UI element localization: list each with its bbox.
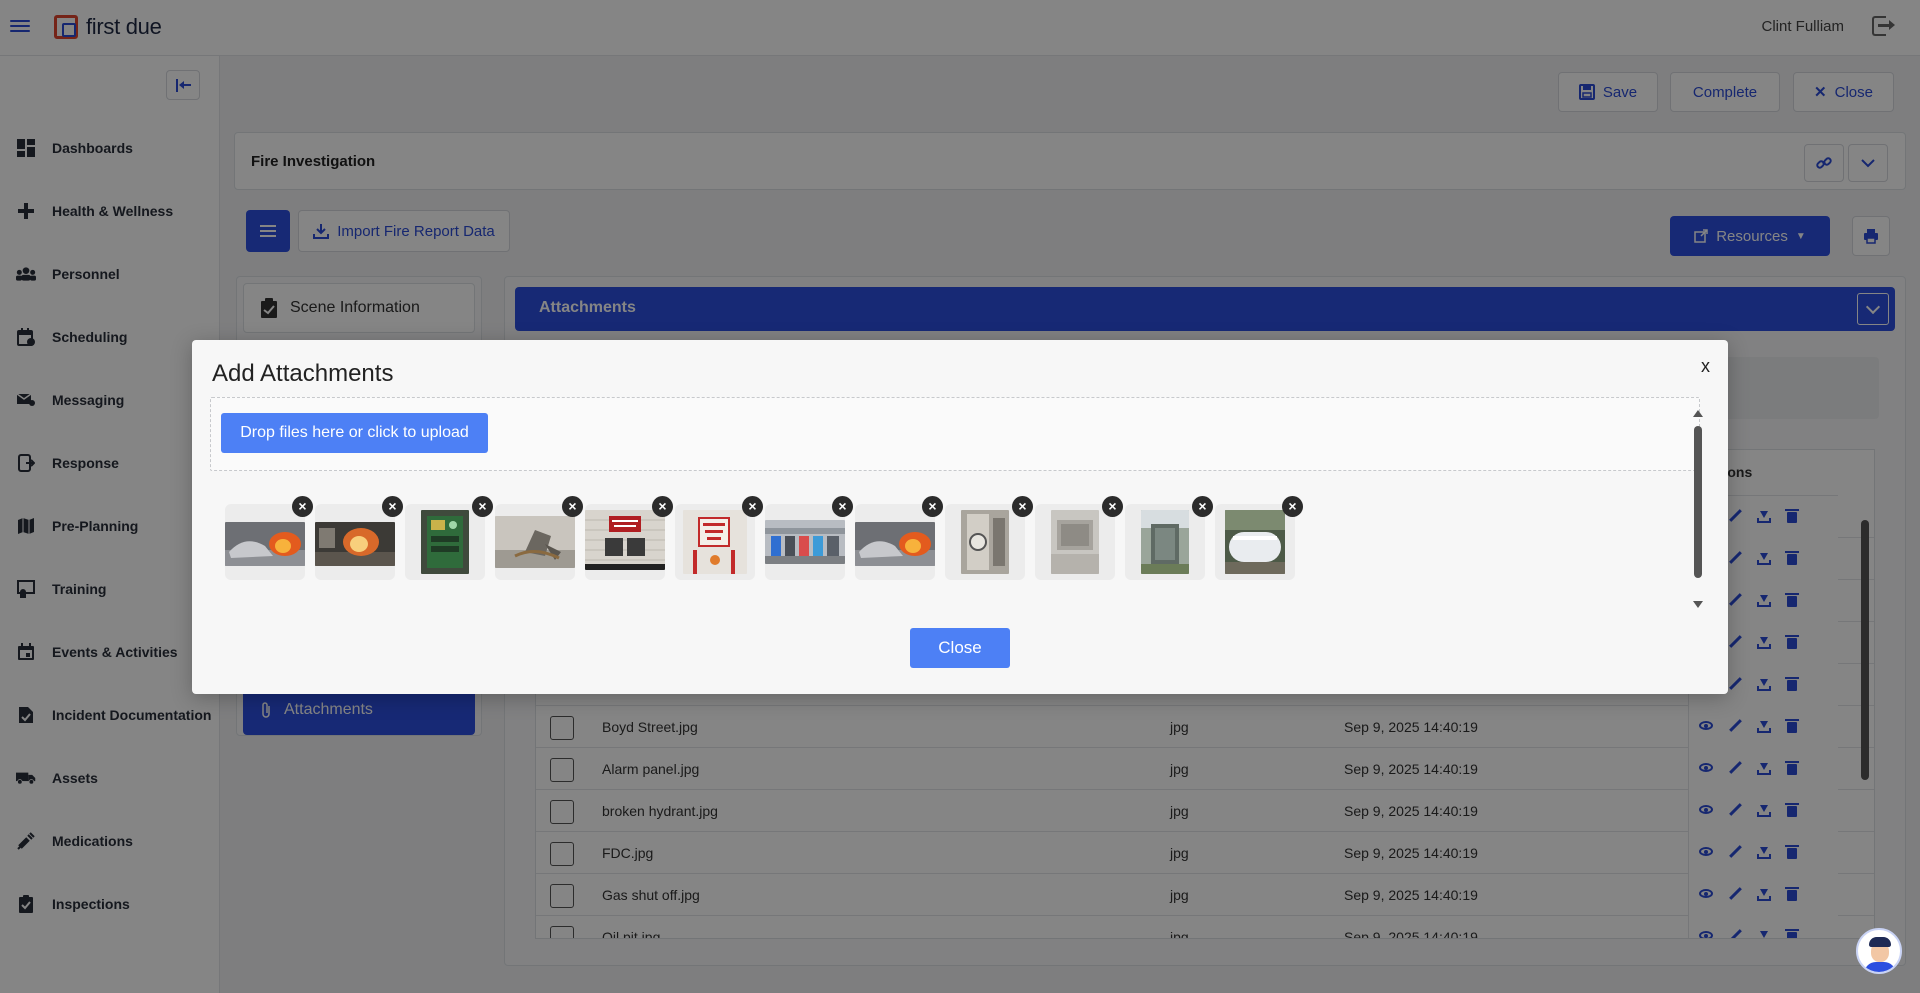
modal-close-x[interactable]: x bbox=[1701, 356, 1710, 377]
thumbnail-list: × × × × × × × × × × × × bbox=[225, 496, 1625, 584]
assistant-avatar[interactable] bbox=[1856, 928, 1902, 974]
add-attachments-modal: Add Attachments x Drop files here or cli… bbox=[192, 340, 1728, 694]
thumbnail-item[interactable]: × bbox=[675, 496, 763, 580]
thumbnail-item[interactable]: × bbox=[945, 496, 1033, 580]
remove-thumbnail-icon[interactable]: × bbox=[1282, 496, 1303, 517]
remove-thumbnail-icon[interactable]: × bbox=[1192, 496, 1213, 517]
modal-scrollbar[interactable] bbox=[1692, 410, 1704, 608]
thumbnail-item[interactable]: × bbox=[1125, 496, 1213, 580]
emergency-gas-shut-off-photo bbox=[683, 510, 747, 574]
thumbnail-item[interactable]: × bbox=[855, 496, 943, 580]
remove-thumbnail-icon[interactable]: × bbox=[832, 496, 853, 517]
thumbnail-item[interactable]: × bbox=[495, 496, 583, 580]
remove-thumbnail-icon[interactable]: × bbox=[382, 496, 403, 517]
fire-car-photo bbox=[225, 522, 305, 566]
fire-department-connection-sign-photo bbox=[585, 510, 665, 570]
utility-box-photo bbox=[1141, 510, 1189, 574]
thumbnail-item[interactable]: × bbox=[1035, 496, 1123, 580]
thumbnail-item[interactable]: × bbox=[225, 496, 313, 580]
electric-meter-photo bbox=[961, 510, 1009, 574]
remove-thumbnail-icon[interactable]: × bbox=[562, 496, 583, 517]
broken-hydrant-photo bbox=[495, 516, 575, 568]
scroll-down-arrow-icon[interactable] bbox=[1693, 601, 1703, 608]
thumbnail-item[interactable]: × bbox=[1215, 496, 1303, 580]
remove-thumbnail-icon[interactable]: × bbox=[1102, 496, 1123, 517]
file-dropzone[interactable]: Drop files here or click to upload bbox=[210, 397, 1700, 471]
propane-tank-photo bbox=[1225, 510, 1285, 574]
remove-thumbnail-icon[interactable]: × bbox=[292, 496, 313, 517]
electrical-panel-photo bbox=[421, 510, 469, 574]
modal-close-button[interactable]: Close bbox=[910, 628, 1010, 668]
thumbnail-item[interactable]: × bbox=[405, 496, 493, 580]
remove-thumbnail-icon[interactable]: × bbox=[472, 496, 493, 517]
fire-car-photo-2 bbox=[855, 522, 935, 566]
fire-flames-photo bbox=[315, 522, 395, 566]
gas-meters-photo bbox=[765, 520, 845, 564]
remove-thumbnail-icon[interactable]: × bbox=[742, 496, 763, 517]
thumbnail-item[interactable]: × bbox=[585, 496, 673, 580]
remove-thumbnail-icon[interactable]: × bbox=[1012, 496, 1033, 517]
remove-thumbnail-icon[interactable]: × bbox=[652, 496, 673, 517]
oil-pit-photo bbox=[1051, 510, 1099, 574]
remove-thumbnail-icon[interactable]: × bbox=[922, 496, 943, 517]
thumbnail-item[interactable]: × bbox=[315, 496, 403, 580]
upload-button[interactable]: Drop files here or click to upload bbox=[221, 413, 488, 453]
modal-title: Add Attachments bbox=[212, 360, 394, 387]
thumbnail-item[interactable]: × bbox=[765, 496, 853, 580]
scroll-up-arrow-icon[interactable] bbox=[1693, 410, 1703, 417]
